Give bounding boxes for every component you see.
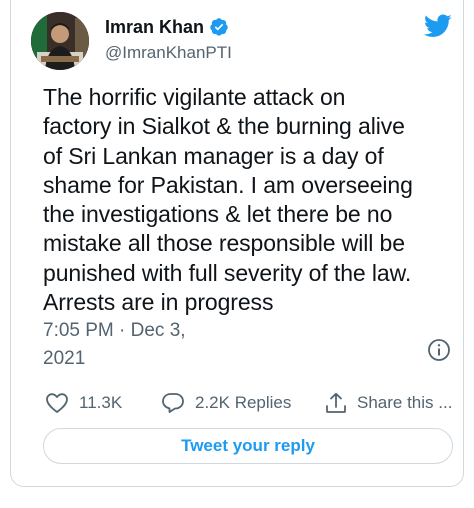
like-count: 11.3K <box>79 393 123 412</box>
like-action[interactable]: 11.3K <box>45 388 122 418</box>
info-icon[interactable] <box>427 338 451 362</box>
reply-count: 2.2K Replies <box>195 393 292 412</box>
author-name[interactable]: Imran Khan <box>105 17 204 38</box>
tweet-timestamp[interactable]: 7:05 PM · Dec 3, 2021 <box>43 317 243 373</box>
tweet-text: The horrific vigilante attack on factory… <box>43 84 413 316</box>
tweet-your-reply-button[interactable]: Tweet your reply <box>43 428 453 464</box>
share-label: Share this ... <box>357 393 453 412</box>
share-icon[interactable] <box>325 392 347 414</box>
author-name-row[interactable]: Imran Khan <box>105 15 229 39</box>
share-action[interactable]: Share this ... <box>325 388 452 418</box>
twitter-bird-icon[interactable] <box>424 14 452 38</box>
avatar-image <box>31 12 89 70</box>
tweet-card: Imran Khan @ImranKhanPTI The horrific vi… <box>10 0 464 487</box>
reply-action[interactable]: 2.2K Replies <box>161 388 291 418</box>
author-handle[interactable]: @ImranKhanPTI <box>105 43 232 63</box>
verified-badge-icon <box>210 18 228 36</box>
tweet-actions: 11.3K 2.2K Replies Share this ... <box>45 388 455 418</box>
heart-icon[interactable] <box>45 392 69 414</box>
reply-bubble-icon[interactable] <box>161 392 185 414</box>
avatar[interactable] <box>31 12 89 70</box>
